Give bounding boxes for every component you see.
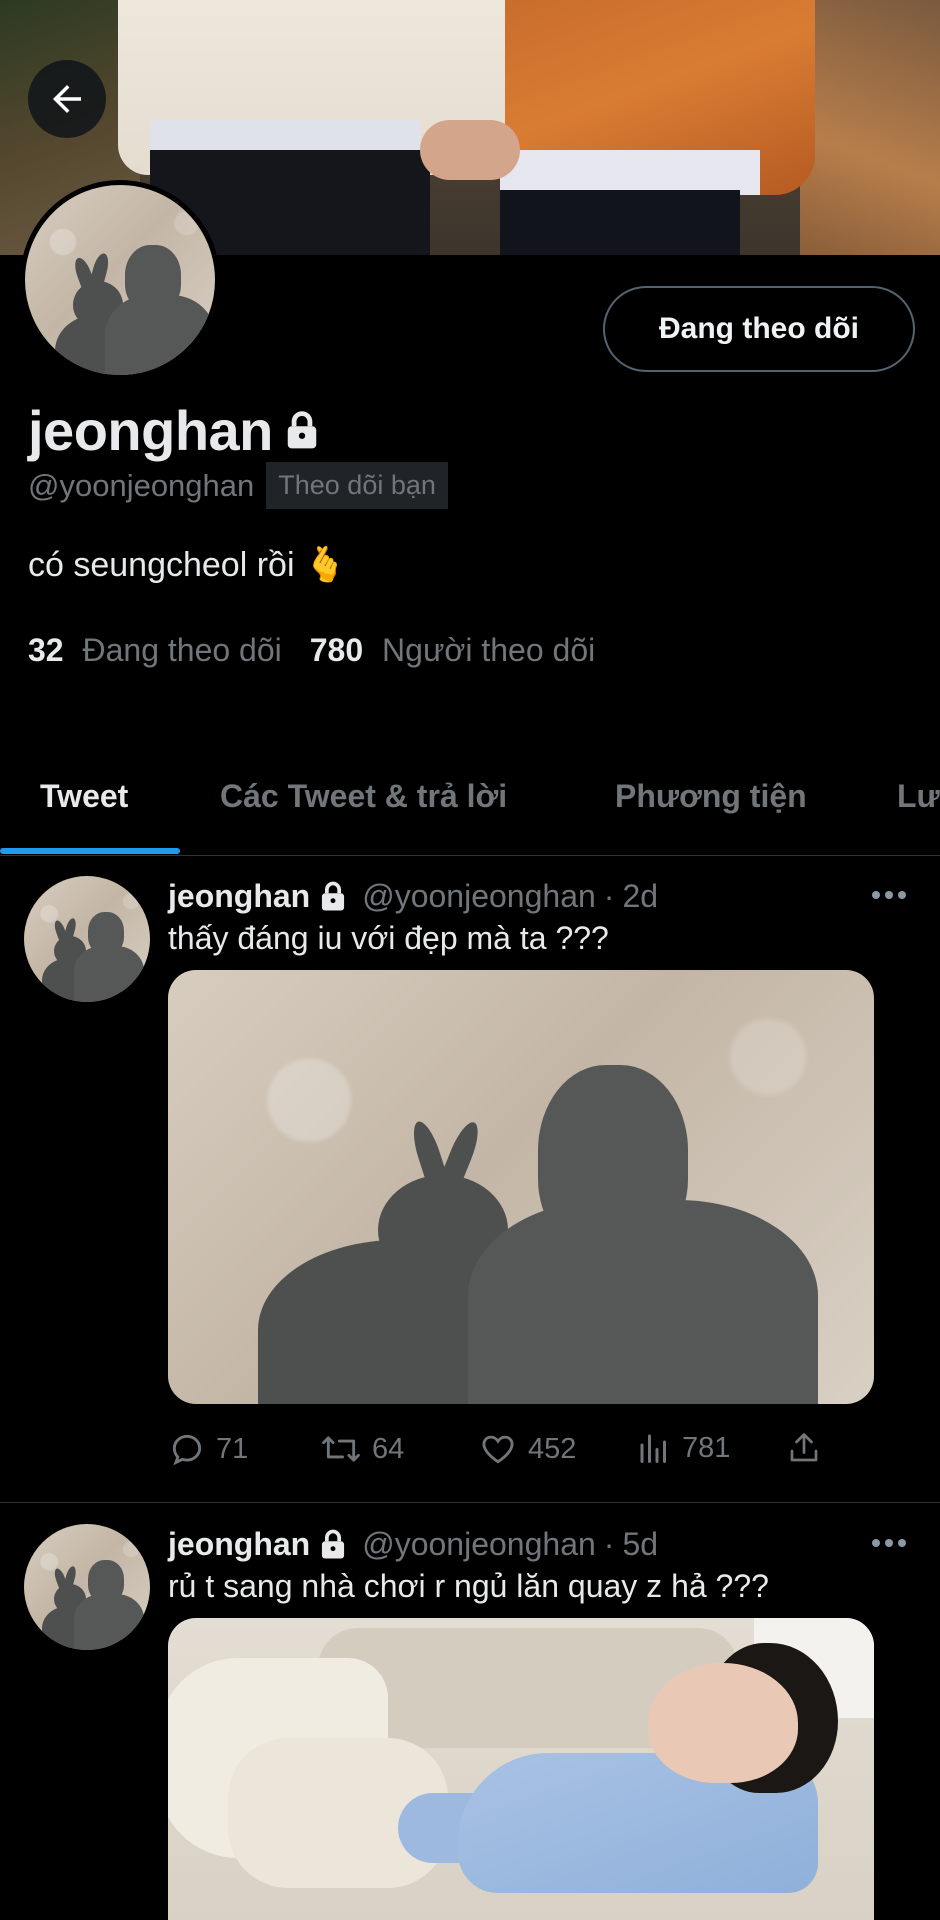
banner-inner-shirt-right [500, 150, 760, 195]
lock-icon [287, 410, 317, 448]
tweet-author-handle[interactable]: @yoonjeonghan [362, 1526, 596, 1563]
bio-text: có seungcheol rồi [28, 546, 295, 584]
reply-icon [172, 1434, 202, 1466]
tweet-author-name[interactable]: jeonghan [168, 1526, 310, 1563]
avatar-shadow-body-2 [105, 295, 215, 375]
profile-avatar[interactable] [20, 180, 220, 380]
tweet-1[interactable]: jeonghan @yoonjeonghan · 2d thấy đáng iu… [0, 858, 940, 1498]
tab-tweets[interactable]: Tweet [40, 778, 128, 815]
tweet-time[interactable]: 5d [622, 1526, 658, 1563]
share-icon [790, 1433, 818, 1462]
tweet-author-handle[interactable]: @yoonjeonghan [362, 878, 596, 915]
retweet-icon [322, 1436, 360, 1462]
like-count: 452 [528, 1432, 577, 1465]
tweet-divider [0, 1502, 940, 1503]
followers-label: Người theo dõi [382, 632, 596, 668]
tab-tweets-and-replies[interactable]: Các Tweet & trả lời [220, 778, 507, 815]
following-label: Đang theo dõi [82, 632, 282, 668]
banner-pants-right [500, 190, 740, 255]
tweet-2[interactable]: jeonghan @yoonjeonghan · 5d rủ t sang nh… [0, 1506, 940, 1920]
like-button[interactable]: 452 [478, 1430, 576, 1468]
tab-media[interactable]: Phương tiện [615, 778, 807, 815]
tweet-text: rủ t sang nhà chơi r ngủ lăn quay z hả ?… [168, 1568, 769, 1604]
following-button[interactable]: Đang theo dõi [603, 286, 915, 372]
tweet-media-image[interactable] [168, 1618, 874, 1920]
views-icon [640, 1434, 666, 1463]
bio-emoji: 🫰 [303, 546, 347, 584]
profile-handle-row: @yoonjeonghan Theo dõi bạn [28, 462, 448, 509]
profile-stats: 32 Đang theo dõi 780 Người theo dõi [28, 632, 595, 669]
tweet-avatar[interactable] [24, 876, 150, 1002]
tweet-actions: 71 64 452 781 [168, 1430, 858, 1480]
media-shadow-body-2 [468, 1200, 818, 1404]
more-horizontal-icon[interactable] [872, 1536, 908, 1550]
tweet-header: jeonghan @yoonjeonghan · 2d [168, 878, 658, 915]
views-button[interactable]: 781 [636, 1430, 730, 1466]
reply-count: 71 [216, 1432, 249, 1465]
lock-icon [322, 1529, 345, 1559]
media-sofa-scene [168, 1618, 874, 1920]
media-face [648, 1663, 798, 1783]
profile-name-row: jeonghan [28, 398, 321, 463]
banner-holding-hands [420, 120, 520, 180]
following-stat[interactable]: 32 Đang theo dõi [28, 632, 282, 669]
back-button[interactable] [28, 60, 106, 138]
followers-stat[interactable]: 780 Người theo dõi [310, 632, 595, 669]
tweet-avatar[interactable] [24, 1524, 150, 1650]
tweet-author-name[interactable]: jeonghan [168, 878, 310, 915]
retweet-count: 64 [372, 1432, 405, 1465]
tweet-separator: · [603, 1526, 615, 1562]
profile-bio: có seungcheol rồi 🫰 [28, 545, 346, 585]
views-count: 781 [682, 1431, 731, 1464]
lock-icon [322, 881, 345, 911]
tweet-media-image[interactable] [168, 970, 874, 1404]
tweet-separator: · [603, 878, 615, 914]
heart-icon [482, 1435, 514, 1464]
more-horizontal-icon[interactable] [872, 888, 908, 902]
retweet-button[interactable]: 64 [320, 1430, 404, 1468]
followers-count: 780 [309, 632, 364, 668]
banner-background-right [800, 0, 940, 255]
active-tab-indicator [0, 848, 180, 854]
tweet-avatar-shadow-body-2 [74, 1594, 144, 1650]
profile-handle: @yoonjeonghan [28, 467, 255, 503]
profile-display-name: jeonghan [28, 399, 273, 462]
following-count: 32 [28, 632, 64, 668]
tweet-avatar-shadow-body-2 [74, 946, 144, 1002]
tweet-time[interactable]: 2d [622, 878, 658, 915]
arrow-left-icon [53, 85, 81, 113]
tweet-header: jeonghan @yoonjeonghan · 5d [168, 1526, 658, 1563]
follows-you-badge: Theo dõi bạn [266, 462, 448, 509]
tweet-text: thấy đáng iu với đẹp mà ta ??? [168, 920, 609, 956]
share-button[interactable] [786, 1430, 822, 1466]
reply-button[interactable]: 71 [168, 1430, 248, 1468]
profile-tabs: Tweet Các Tweet & trả lời Phương tiện Lư [0, 760, 940, 856]
tab-likes[interactable]: Lư [897, 778, 940, 815]
